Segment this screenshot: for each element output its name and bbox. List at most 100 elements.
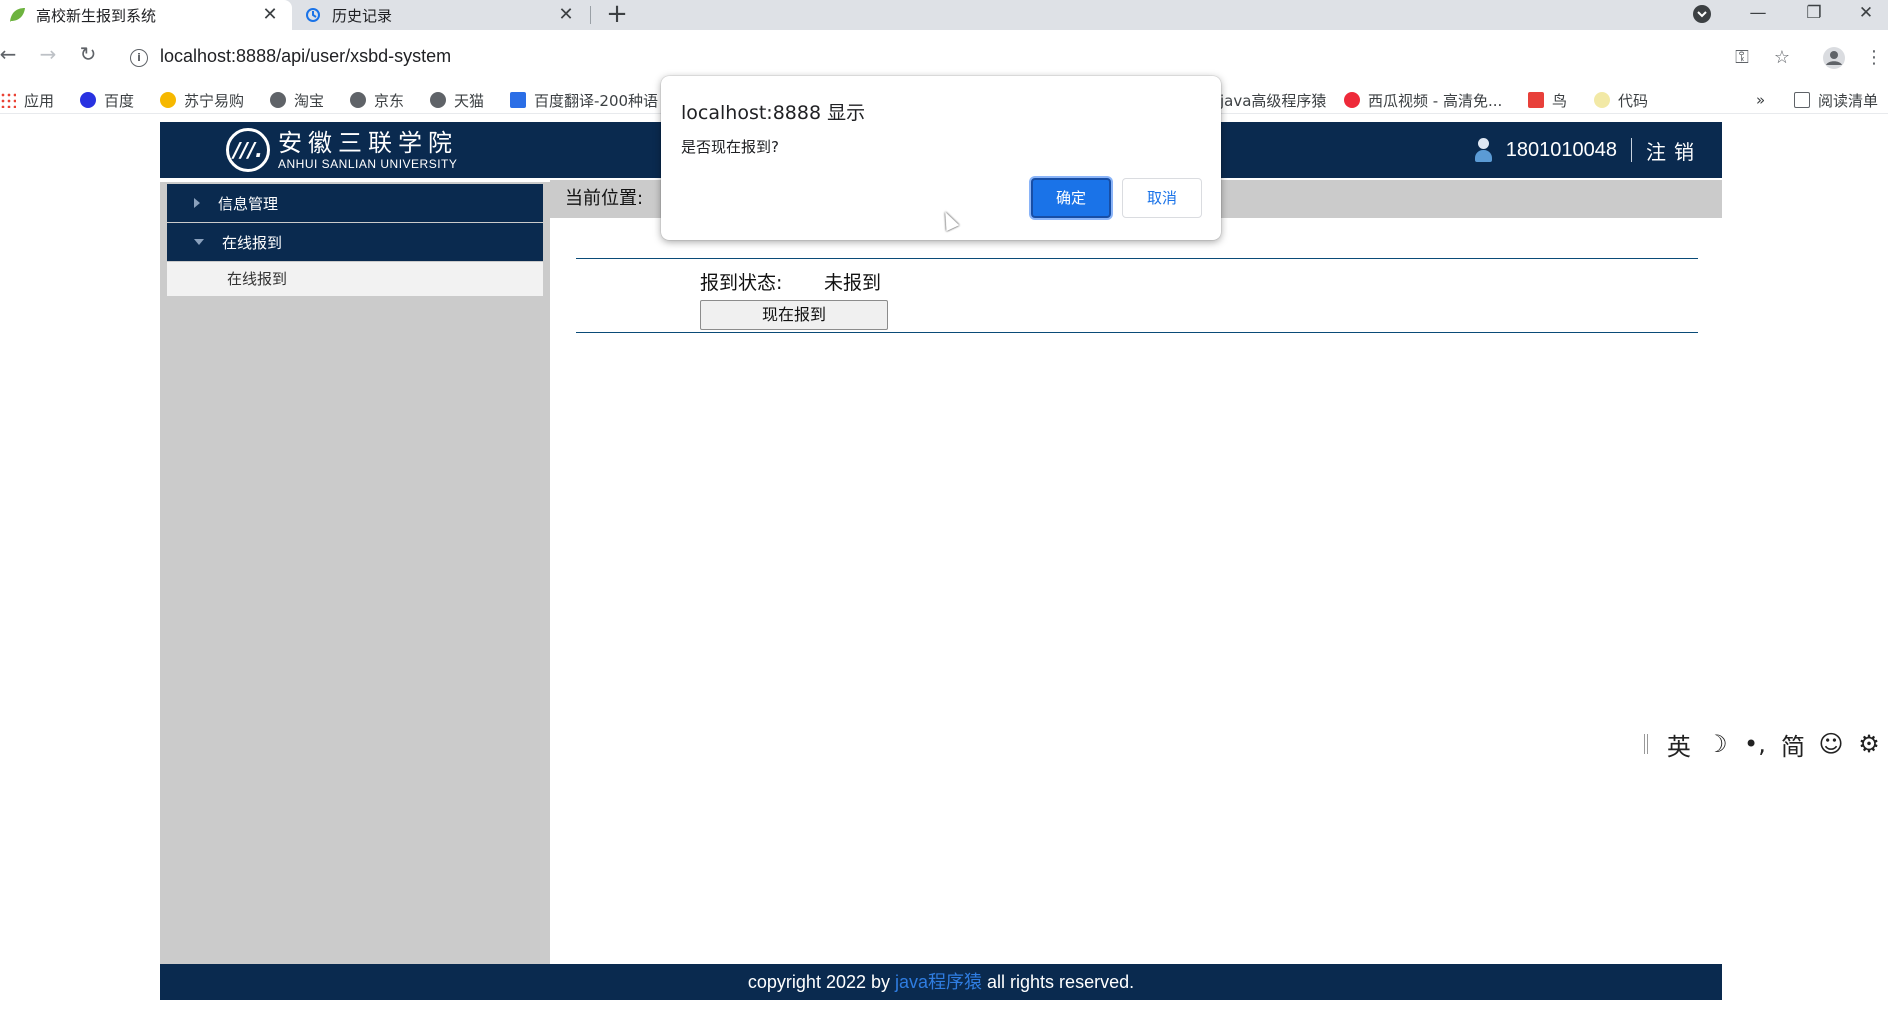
baidu-paw-icon bbox=[80, 92, 96, 108]
apps-grid-icon bbox=[0, 92, 16, 108]
caret-right-icon bbox=[194, 198, 200, 208]
bookmark-xigua[interactable]: 西瓜视频 - 高清免... bbox=[1344, 88, 1502, 112]
star-icon[interactable]: ☆ bbox=[1770, 46, 1794, 70]
caret-down-icon bbox=[194, 239, 204, 245]
back-icon[interactable]: ← bbox=[0, 42, 20, 66]
tab-strip: 高校新生报到系统 ✕ 历史记录 ✕ + — ❐ ✕ bbox=[0, 0, 1888, 30]
bookmark-label: 代码 bbox=[1618, 91, 1649, 110]
sidebar-group-online-report[interactable]: 在线报到 bbox=[167, 223, 543, 261]
minimize-icon[interactable]: — bbox=[1736, 0, 1780, 28]
report-status-value: 未报到 bbox=[824, 272, 882, 294]
history-icon bbox=[304, 6, 322, 24]
translate-icon bbox=[510, 92, 526, 108]
header-divider bbox=[1631, 138, 1632, 162]
restore-icon[interactable]: ❐ bbox=[1792, 0, 1836, 28]
forward-icon[interactable]: → bbox=[36, 42, 60, 66]
bookmark-bird[interactable]: 鸟 bbox=[1528, 88, 1567, 112]
bookmark-label: 应用 bbox=[24, 91, 55, 110]
logo-english-name: ANHUI SANLIAN UNIVERSITY bbox=[278, 157, 458, 171]
ime-simplified-toggle[interactable]: 简 bbox=[1774, 727, 1812, 762]
user-box: 1801010048 注销 bbox=[1474, 122, 1702, 178]
tab-active[interactable]: 高校新生报到系统 ✕ bbox=[0, 0, 292, 30]
bookmark-baidu[interactable]: 百度 bbox=[80, 88, 134, 112]
globe-icon bbox=[430, 92, 446, 108]
bookmark-label: 西瓜视频 - 高清免... bbox=[1368, 91, 1503, 110]
bookmark-label: 百度翻译-200种语 bbox=[534, 91, 659, 110]
footer-author-link[interactable]: java程序猿 bbox=[895, 972, 982, 992]
bookmark-tmall[interactable]: 天猫 bbox=[430, 88, 484, 112]
address-bar[interactable]: i localhost:8888/api/user/xsbd-system bbox=[118, 42, 1818, 74]
user-id: 1801010048 bbox=[1505, 138, 1617, 161]
divider-bottom bbox=[576, 332, 1698, 333]
bookmarks-overflow-button[interactable]: » bbox=[1756, 88, 1765, 112]
bookmark-label: java高级程序猿 bbox=[1220, 91, 1327, 110]
dialog-title: localhost:8888 显示 bbox=[681, 102, 866, 124]
bookmark-apps[interactable]: 应用 bbox=[0, 88, 54, 112]
main-content: 当前位置: 报到状态: 未报到 现在报到 bbox=[550, 178, 1722, 964]
sidebar-group-label: 在线报到 bbox=[222, 233, 283, 252]
moon-icon[interactable]: ☽ bbox=[1698, 730, 1736, 758]
footer-suffix: all rights reserved. bbox=[982, 972, 1135, 992]
bookmark-label: 百度 bbox=[104, 91, 135, 110]
tab-title: 历史记录 bbox=[332, 6, 393, 25]
dialog-message: 是否现在报到? bbox=[681, 138, 779, 156]
logout-link[interactable]: 注销 bbox=[1646, 136, 1702, 165]
key-icon[interactable]: ⚿ bbox=[1730, 46, 1754, 70]
tab-separator bbox=[590, 6, 591, 24]
close-tab-icon[interactable]: ✕ bbox=[556, 5, 576, 25]
ime-drag-handle[interactable] bbox=[1644, 734, 1648, 754]
bookmark-label: 苏宁易购 bbox=[184, 91, 245, 110]
bookmark-suning[interactable]: 苏宁易购 bbox=[160, 88, 244, 112]
ime-toolbar: 英 ☽ •, 简 ☺ ⚙ bbox=[1636, 724, 1888, 764]
logo-chinese-name: 安徽三联学院 bbox=[278, 129, 458, 157]
profile-icon[interactable] bbox=[1822, 46, 1846, 70]
bird-icon bbox=[1528, 92, 1544, 108]
bookmark-java[interactable]: java高级程序猿 bbox=[1220, 88, 1326, 112]
reading-list-icon bbox=[1794, 92, 1810, 108]
new-tab-button[interactable]: + bbox=[604, 1, 630, 28]
footer-prefix: copyright 2022 by bbox=[747, 972, 895, 992]
punctuation-icon[interactable]: •, bbox=[1736, 730, 1774, 758]
sidebar-item-online-report[interactable]: 在线报到 bbox=[167, 262, 543, 296]
user-icon bbox=[1474, 137, 1492, 163]
sidebar-group-info-management[interactable]: 信息管理 bbox=[167, 184, 543, 222]
cancel-button[interactable]: 取消 bbox=[1122, 178, 1202, 218]
close-tab-icon[interactable]: ✕ bbox=[260, 5, 280, 25]
web-page: ///. 安徽三联学院 ANHUI SANLIAN UNIVERSITY 180… bbox=[160, 122, 1722, 1000]
code-icon bbox=[1594, 92, 1610, 108]
leaf-icon bbox=[8, 6, 26, 24]
window-close-icon[interactable]: ✕ bbox=[1844, 0, 1888, 28]
globe-icon bbox=[270, 92, 286, 108]
bookmark-label: 京东 bbox=[374, 91, 405, 110]
report-now-button[interactable]: 现在报到 bbox=[700, 300, 888, 330]
bookmark-code[interactable]: 代码 bbox=[1594, 88, 1648, 112]
reading-list-label: 阅读清单 bbox=[1818, 91, 1879, 110]
site-footer: copyright 2022 by java程序猿 all rights res… bbox=[160, 964, 1722, 1000]
browser-menu-icon[interactable]: ⋮ bbox=[1862, 46, 1886, 70]
globe-icon bbox=[350, 92, 366, 108]
bookmark-jd[interactable]: 京东 bbox=[350, 88, 404, 112]
site-info-icon[interactable]: i bbox=[130, 49, 148, 67]
report-status-label: 报到状态: bbox=[700, 272, 783, 294]
ime-language-toggle[interactable]: 英 bbox=[1660, 727, 1698, 762]
bookmark-label: 淘宝 bbox=[294, 91, 325, 110]
tab-title: 高校新生报到系统 bbox=[36, 6, 157, 25]
university-emblem-icon: ///. bbox=[226, 128, 270, 172]
gear-icon[interactable]: ⚙ bbox=[1850, 730, 1888, 758]
ok-button[interactable]: 确定 bbox=[1031, 178, 1111, 218]
tab-search-icon[interactable] bbox=[1680, 0, 1724, 28]
sidebar-group-label: 信息管理 bbox=[218, 194, 279, 213]
xigua-icon bbox=[1344, 92, 1360, 108]
tab-history[interactable]: 历史记录 ✕ bbox=[296, 0, 588, 30]
bookmark-taobao[interactable]: 淘宝 bbox=[270, 88, 324, 112]
url-text[interactable]: localhost:8888/api/user/xsbd-system bbox=[160, 46, 451, 67]
university-logo: ///. 安徽三联学院 ANHUI SANLIAN UNIVERSITY bbox=[226, 128, 458, 172]
bookmark-label: 鸟 bbox=[1552, 91, 1568, 110]
bookmark-label: 天猫 bbox=[454, 91, 485, 110]
suning-icon bbox=[160, 92, 176, 108]
reading-list-button[interactable]: 阅读清单 bbox=[1794, 88, 1878, 112]
overflow-label: » bbox=[1756, 91, 1766, 109]
reload-icon[interactable]: ↻ bbox=[76, 42, 100, 66]
emoji-icon[interactable]: ☺ bbox=[1812, 730, 1850, 758]
bookmark-fanyi[interactable]: 百度翻译-200种语 bbox=[510, 88, 658, 112]
